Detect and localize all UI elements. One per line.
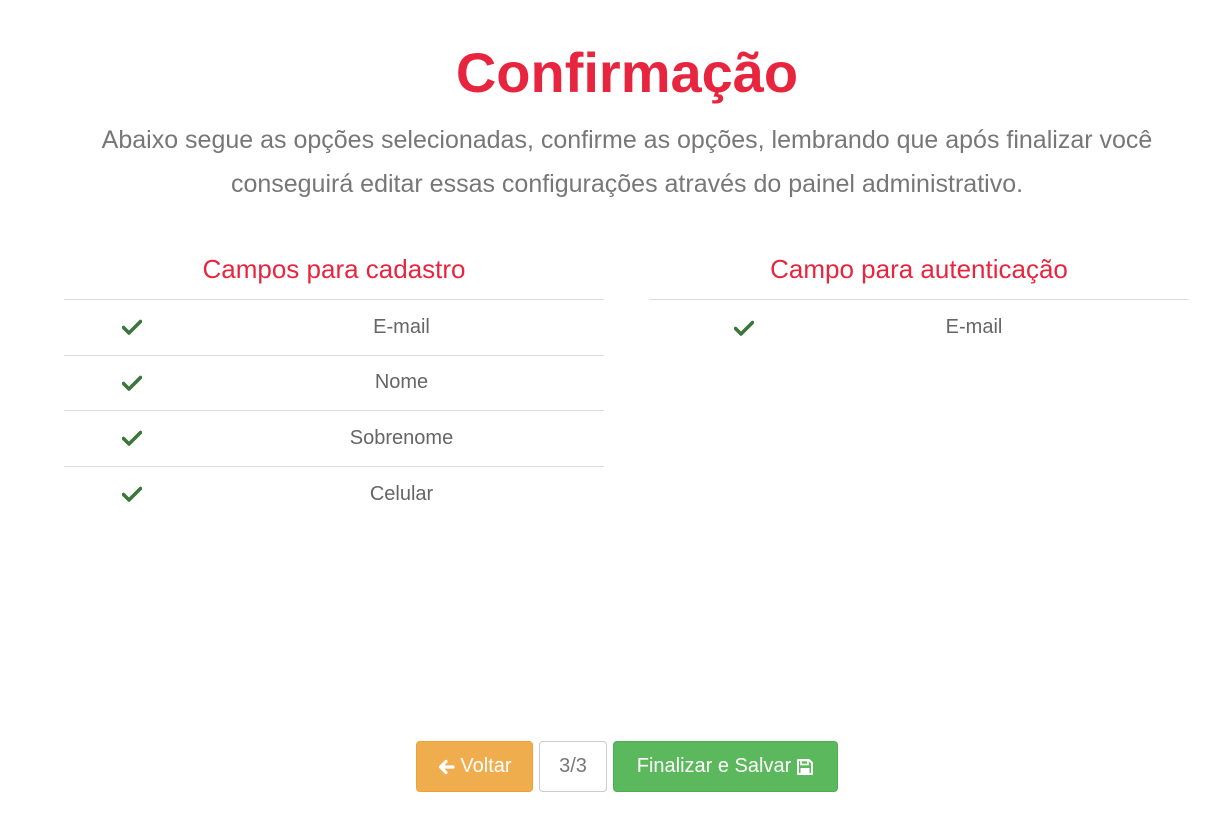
table-row: Nome <box>64 356 604 411</box>
auth-fields-section: Campo para autenticação E-mail <box>649 250 1189 356</box>
registration-fields-section: Campos para cadastro E-mail Nome Sobreno… <box>64 250 604 522</box>
table-row: E-mail <box>64 300 604 356</box>
arrow-left-icon <box>437 758 456 776</box>
field-label: Sobrenome <box>349 426 454 449</box>
field-label: E-mail <box>945 316 1003 339</box>
floppy-disk-icon <box>796 758 814 776</box>
back-button-label: Voltar <box>460 755 512 777</box>
auth-fields-heading: Campo para autenticação <box>649 250 1189 300</box>
save-button-label: Finalizar e Salvar <box>636 755 792 777</box>
table-row: Celular <box>64 467 604 523</box>
registration-fields-heading: Campos para cadastro <box>64 250 604 300</box>
check-icon <box>734 320 754 336</box>
table-row: E-mail <box>649 300 1189 356</box>
page-description: Abaixo segue as opções selecionadas, con… <box>101 126 1153 198</box>
check-icon <box>121 486 142 503</box>
step-indicator: 3/3 <box>539 741 607 792</box>
confirmation-page: Confirmação Abaixo segue as opções selec… <box>0 0 1218 829</box>
check-icon <box>121 375 142 391</box>
wizard-footer: Voltar 3/3 Finalizar e Salvar <box>416 741 838 792</box>
field-label: Nome <box>374 371 429 394</box>
field-label: E-mail <box>373 315 430 338</box>
finish-save-button[interactable]: Finalizar e Salvar <box>613 741 838 792</box>
check-icon <box>121 430 142 447</box>
field-label: Celular <box>369 482 434 505</box>
back-button[interactable]: Voltar <box>416 741 533 792</box>
page-title: Confirmação <box>455 41 799 104</box>
table-row: Sobrenome <box>64 411 604 467</box>
check-icon <box>121 319 142 336</box>
